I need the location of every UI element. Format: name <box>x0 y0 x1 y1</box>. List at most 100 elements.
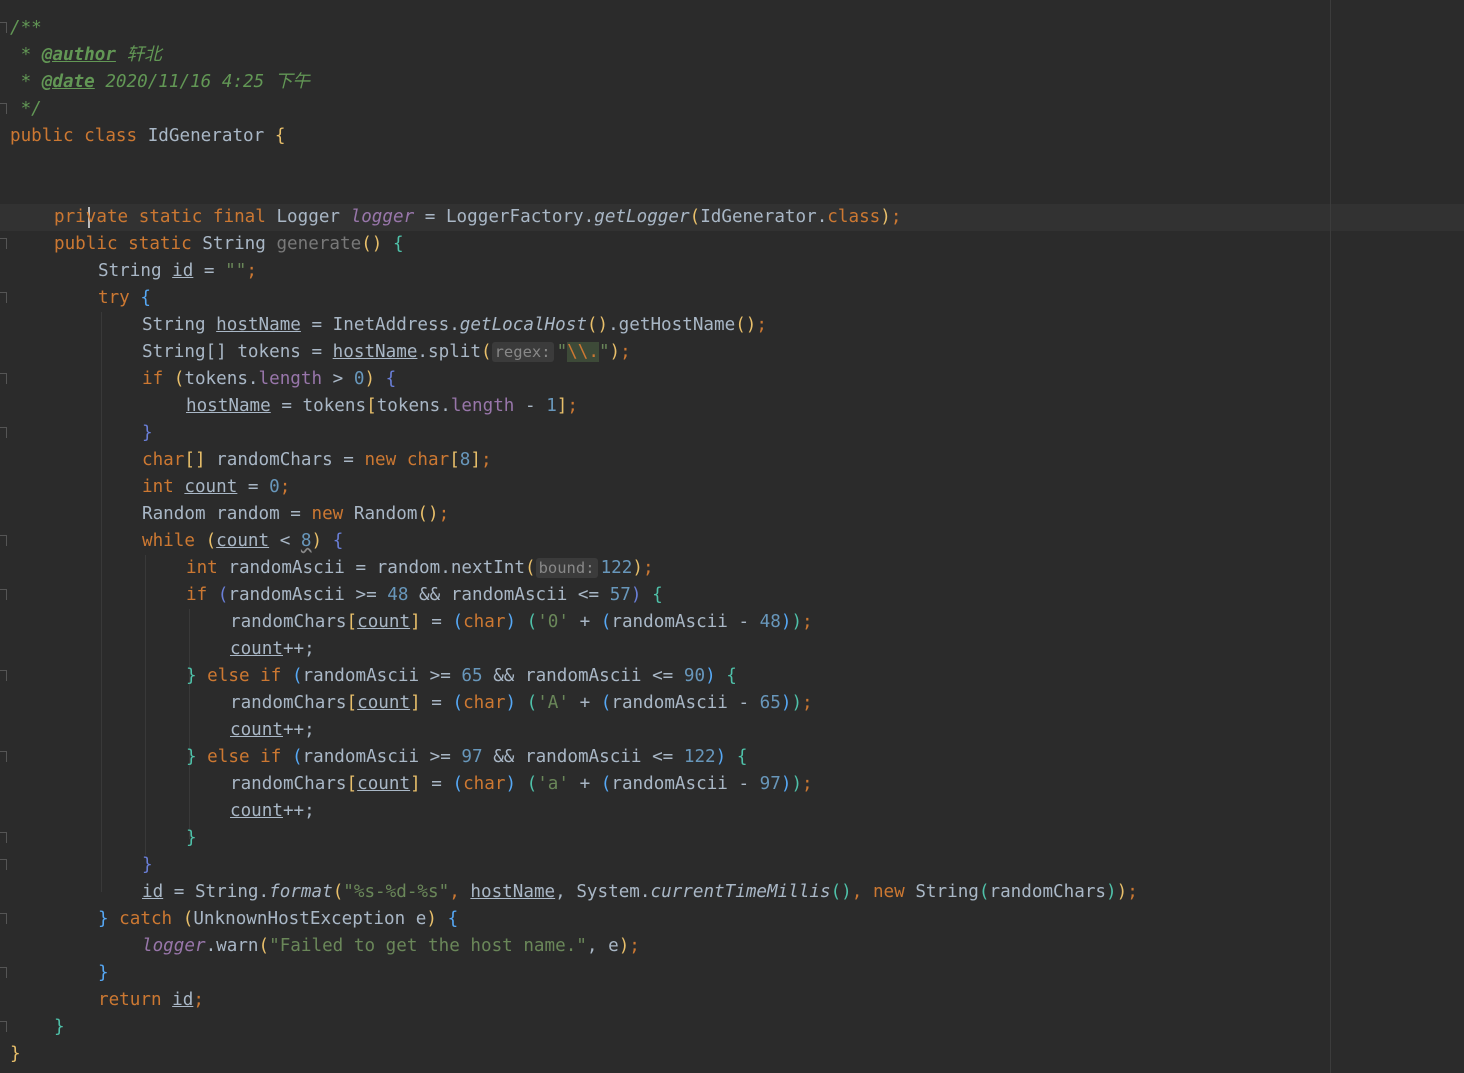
variable: count <box>230 801 283 821</box>
code-line[interactable]: } else if (randomAscii >= 65 && randomAs… <box>186 663 737 690</box>
code-line[interactable]: } <box>186 825 197 852</box>
parameter-hint: bound: <box>535 558 598 578</box>
fold-icon[interactable] <box>0 238 7 249</box>
code-text: IdGenerator. <box>700 207 828 227</box>
code-line[interactable]: if (randomAscii >= 48 && randomAscii <= … <box>186 582 663 609</box>
code-text: && randomAscii <= <box>408 585 610 605</box>
code-line[interactable]: /** <box>10 15 42 42</box>
number-literal: 57 <box>609 585 631 605</box>
keyword: public static <box>54 234 192 254</box>
variable: count <box>216 531 270 551</box>
code-line[interactable]: randomChars[count] = (char) ('a' + (rand… <box>230 771 813 798</box>
doc-comment-open: /** <box>10 18 42 38</box>
semicolon: ; <box>756 315 767 335</box>
class-name: IdGenerator <box>137 126 275 146</box>
fold-icon[interactable] <box>0 292 7 303</box>
variable: hostName <box>216 315 301 335</box>
code-line[interactable]: count++; <box>230 717 315 744</box>
fold-icon[interactable] <box>0 859 7 870</box>
code-line[interactable]: while (count < 8) { <box>142 528 343 555</box>
code-text: , System. <box>555 882 651 902</box>
variable: count <box>230 720 283 740</box>
field: length <box>450 396 515 416</box>
operator: + <box>569 693 601 713</box>
keyword: new <box>364 450 397 470</box>
code-line[interactable]: randomChars[count] = (char) ('0' + (rand… <box>230 609 813 636</box>
doc-comment-text: * <box>10 45 42 65</box>
type: String <box>98 261 173 281</box>
code-line[interactable]: logger.warn("Failed to get the host name… <box>142 933 640 960</box>
code-line[interactable]: * @date 2020/11/16 4:25 下午 <box>10 69 310 96</box>
code-line[interactable]: } <box>98 960 109 987</box>
parameter-hint: regex: <box>491 342 554 362</box>
semicolon: ; <box>629 936 640 956</box>
brace: { <box>274 126 286 146</box>
field: length <box>258 369 323 389</box>
code-line[interactable]: randomChars[count] = (char) ('A' + (rand… <box>230 690 813 717</box>
keyword: if <box>142 369 164 389</box>
fold-icon[interactable] <box>0 427 7 438</box>
code-text: randomAscii >= <box>302 666 462 686</box>
code-line[interactable]: return id; <box>98 987 204 1014</box>
code-line[interactable]: if (tokens.length > 0) { <box>142 366 396 393</box>
fold-icon[interactable] <box>0 373 7 384</box>
number-literal: 65 <box>461 666 483 686</box>
code-line[interactable]: count++; <box>230 798 315 825</box>
code-line[interactable]: } <box>54 1014 65 1041</box>
keyword: char <box>396 450 450 470</box>
code-text: .getHostName <box>608 315 736 335</box>
code-text: = InetAddress. <box>300 315 460 335</box>
gutter <box>0 0 10 1073</box>
type: Logger <box>265 207 351 227</box>
code-line[interactable]: * @author 轩北 <box>10 42 162 69</box>
code-line[interactable]: String id = ""; <box>98 258 257 285</box>
fold-icon[interactable] <box>0 103 7 114</box>
code-line[interactable]: id = String.format("%s-%d-%s", hostName,… <box>142 879 1138 906</box>
code-line[interactable]: String[] tokens = hostName.split(regex: "… <box>142 339 631 366</box>
keyword: try <box>98 288 130 308</box>
code-line[interactable]: private static final Logger logger = Log… <box>54 204 901 231</box>
code-line[interactable]: try { <box>98 285 151 312</box>
type: String <box>142 315 217 335</box>
number-literal: 90 <box>683 666 706 686</box>
brace: } <box>142 423 153 443</box>
code-line[interactable]: } else if (randomAscii >= 97 && randomAs… <box>186 744 747 771</box>
variable: count <box>184 477 238 497</box>
code-line[interactable]: } <box>142 420 153 447</box>
code-line[interactable]: Random random = new Random(); <box>142 501 449 528</box>
code-line[interactable]: } <box>142 852 153 879</box>
semicolon: ; <box>642 558 654 578</box>
code-text: randomAscii - <box>611 774 760 794</box>
string-literal: " <box>598 342 610 362</box>
code-line[interactable]: count++; <box>230 636 315 663</box>
code-line[interactable]: int count = 0; <box>142 474 290 501</box>
method-call: .split <box>417 342 481 362</box>
code-line[interactable]: char[] randomChars = new char[8]; <box>142 447 492 474</box>
fold-icon[interactable] <box>0 589 7 600</box>
fold-icon[interactable] <box>0 832 7 843</box>
indent-guide <box>189 609 190 839</box>
fold-icon[interactable] <box>0 670 7 681</box>
number-literal: 65 <box>759 693 781 713</box>
fold-icon[interactable] <box>0 535 7 546</box>
keyword: char <box>463 693 506 713</box>
code-line[interactable]: public class IdGenerator { <box>10 123 285 150</box>
code-line[interactable]: hostName = tokens[tokens.length - 1]; <box>186 393 578 420</box>
code-line[interactable]: int randomAscii = random.nextInt(bound: 1… <box>186 555 654 582</box>
code-text: = tokens <box>270 396 367 416</box>
code-line[interactable]: public static String generate() { <box>54 231 404 258</box>
fold-icon[interactable] <box>0 751 7 762</box>
code-text: , e <box>586 936 619 956</box>
fold-icon[interactable] <box>0 967 7 978</box>
code-line[interactable]: } <box>10 1041 21 1068</box>
code-line[interactable]: } catch (UnknownHostException e) { <box>98 906 458 933</box>
keyword: else if <box>196 666 292 686</box>
fold-icon[interactable] <box>0 913 7 924</box>
code-line[interactable]: String hostName = InetAddress.getLocalHo… <box>142 312 767 339</box>
fold-icon[interactable] <box>0 1021 7 1032</box>
static-method: currentTimeMillis <box>650 882 831 902</box>
fold-icon[interactable] <box>0 22 7 33</box>
code-editor[interactable]: /** * @author 轩北 * @date 2020/11/16 4:25… <box>0 0 1464 1073</box>
code-line[interactable]: */ <box>10 96 42 123</box>
doc-date-value: 2020/11/16 4:25 下午 <box>94 72 311 92</box>
